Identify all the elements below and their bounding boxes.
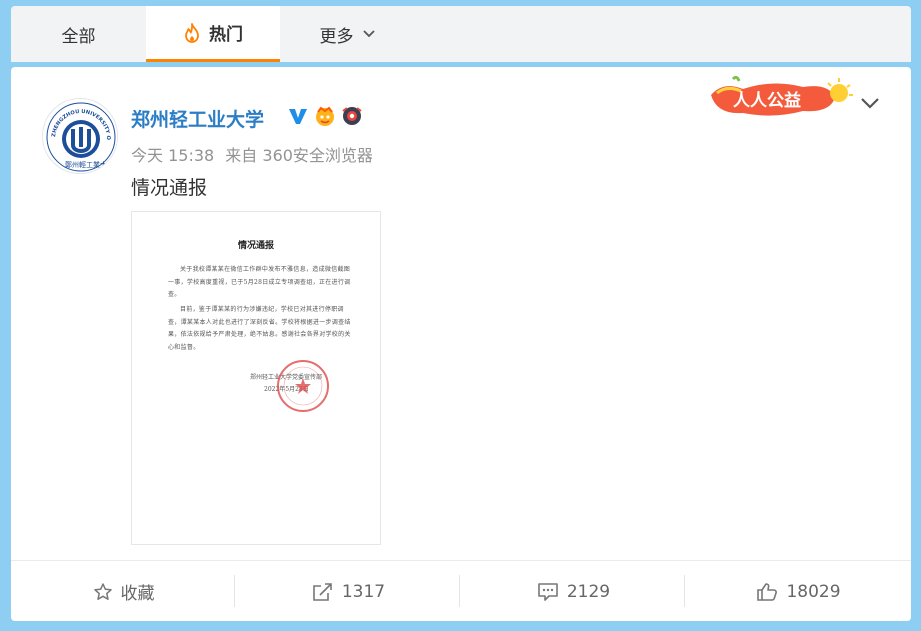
welfare-badge-label: 人人公益 — [733, 90, 801, 111]
divider — [234, 575, 235, 607]
star-icon — [93, 582, 113, 602]
post-image-document[interactable]: 情况通报 关于我校谭某某在微信工作群中发布不雅信息，造成微信截图一事，学校高度重… — [131, 211, 381, 545]
comment-icon — [537, 582, 559, 602]
user-badges — [287, 105, 363, 131]
like-count: 18029 — [786, 581, 841, 602]
tab-more-label: 更多 — [319, 26, 354, 47]
post-action-bar: 收藏 1317 2129 18029 — [11, 560, 911, 621]
divider — [459, 575, 460, 607]
tab-all[interactable]: 全部 — [11, 6, 146, 62]
chevron-down-icon — [362, 29, 376, 39]
feed-tab-bar: 全部 热门 更多 — [11, 6, 911, 62]
divider — [684, 575, 685, 607]
tab-hot[interactable]: 热门 — [146, 6, 280, 62]
document-paragraph-2: 目前，鉴于谭某某的行为涉嫌违纪，学校已对其进行停职调查，谭某某本人对此也进行了深… — [168, 306, 351, 351]
thumbs-up-icon — [756, 582, 778, 602]
like-button[interactable]: 18029 — [686, 561, 911, 622]
comment-count: 2129 — [566, 581, 611, 602]
repost-count: 1317 — [341, 581, 386, 602]
post-card: ZHENGZHOU UNIVERSITY OF LIGHT INDUSTRY 鄭… — [11, 67, 911, 621]
verified-v-icon[interactable] — [287, 106, 309, 130]
avatar[interactable]: ZHENGZHOU UNIVERSITY OF LIGHT INDUSTRY 鄭… — [42, 98, 118, 174]
eye-badge-icon[interactable] — [341, 105, 363, 131]
document-paragraph-1: 关于我校谭某某在微信工作群中发布不雅信息，造成微信截图一事，学校高度重视，已于5… — [168, 266, 351, 298]
flame-icon — [183, 22, 201, 43]
post-source: 来自 360安全浏览器 — [225, 146, 373, 165]
tab-all-label: 全部 — [61, 26, 96, 47]
favorite-button[interactable]: 收藏 — [11, 561, 236, 622]
document-title: 情况通报 — [237, 241, 274, 251]
tab-hot-label: 热门 — [209, 25, 243, 45]
public-welfare-badge[interactable]: 人人公益 — [703, 75, 853, 125]
post-text: 情况通报 — [131, 177, 208, 199]
post-menu-chevron-icon[interactable] — [859, 95, 881, 115]
svg-text:鄭州輕工業大學: 鄭州輕工業大學 — [65, 160, 114, 169]
crown-badge-icon[interactable] — [313, 105, 337, 131]
favorite-label: 收藏 — [120, 584, 155, 604]
post-time[interactable]: 今天 15:38 — [131, 146, 214, 165]
share-icon — [312, 582, 334, 602]
post-username[interactable]: 郑州轻工业大学 — [131, 105, 264, 132]
post-meta: 今天 15:38 来自 360安全浏览器 — [131, 142, 379, 166]
official-seal-icon — [277, 360, 329, 412]
comment-button[interactable]: 2129 — [461, 561, 686, 622]
repost-button[interactable]: 1317 — [236, 561, 461, 622]
tab-more[interactable]: 更多 — [280, 6, 415, 62]
